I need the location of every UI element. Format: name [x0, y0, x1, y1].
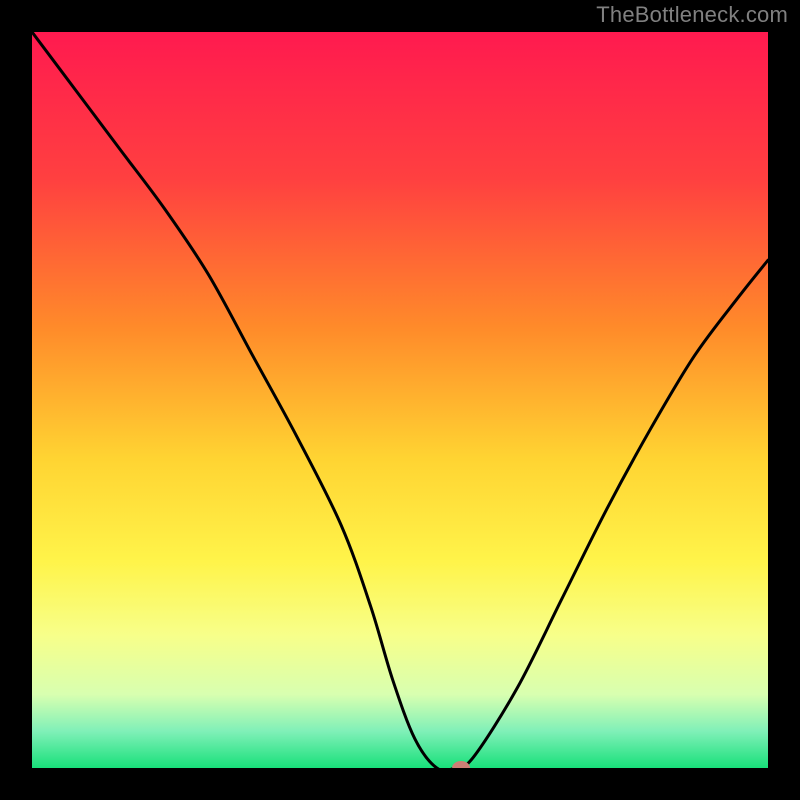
plot-area	[32, 32, 768, 768]
chart-frame: TheBottleneck.com	[0, 0, 800, 800]
bottleneck-chart	[32, 32, 768, 768]
watermark-label: TheBottleneck.com	[596, 2, 788, 28]
gradient-background	[32, 32, 768, 768]
